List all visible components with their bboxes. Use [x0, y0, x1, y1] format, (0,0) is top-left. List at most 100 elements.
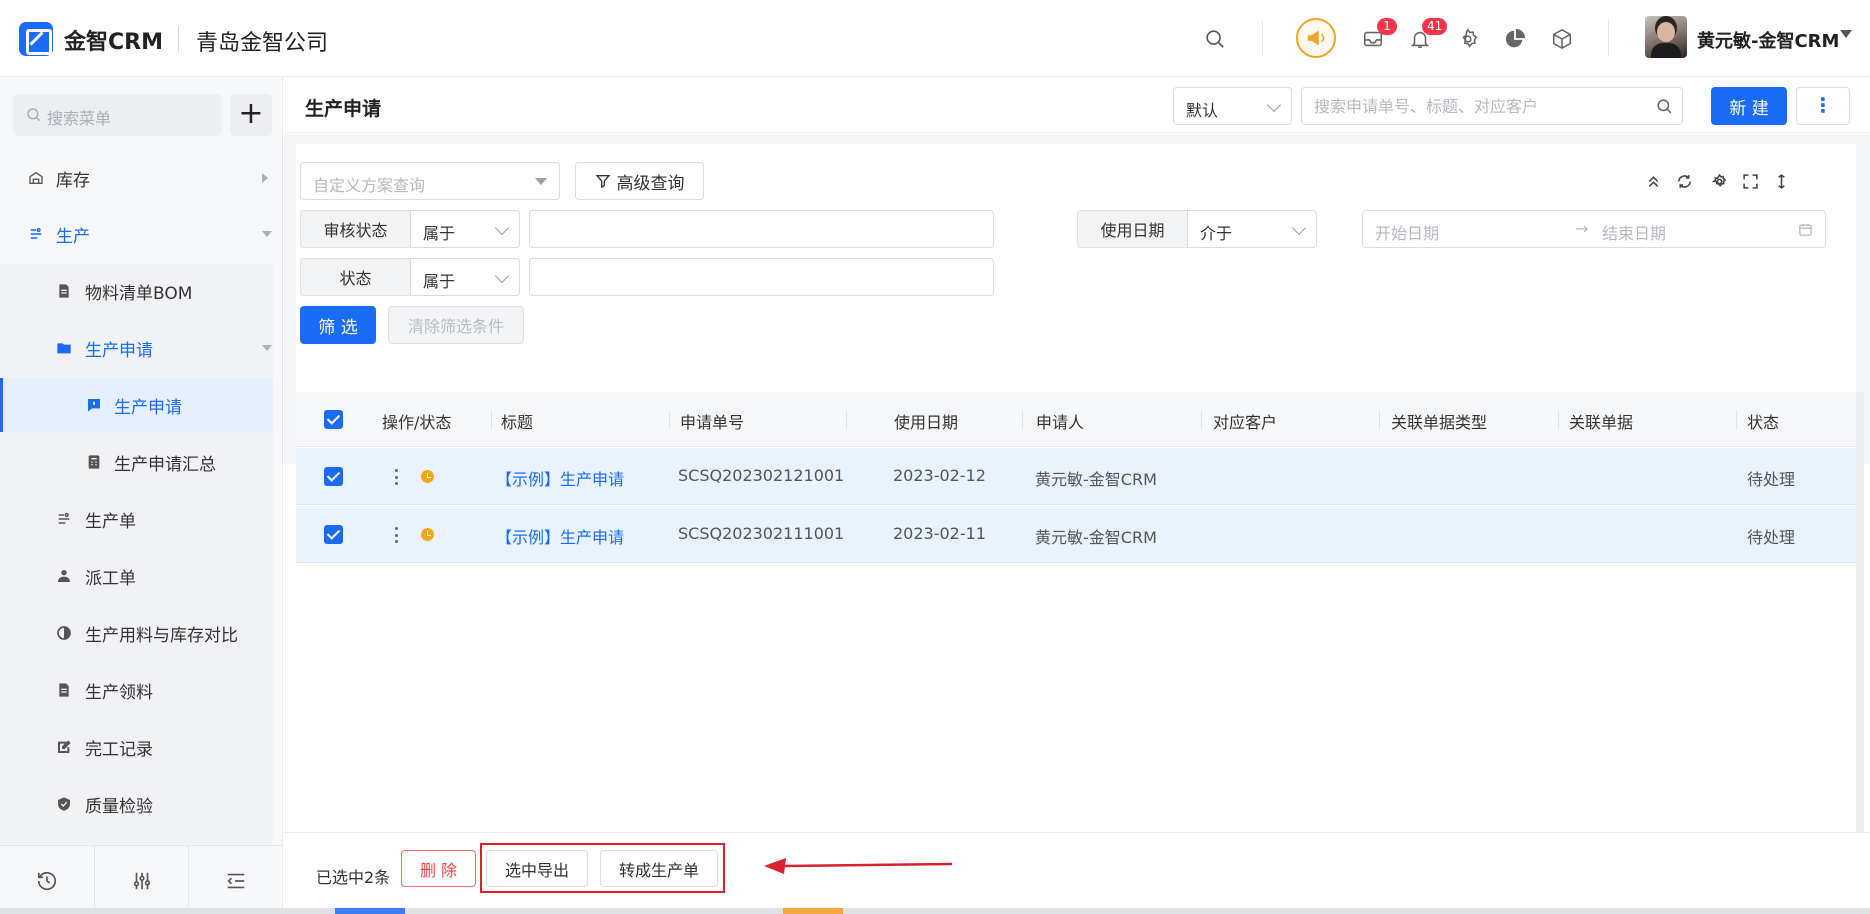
app-name[interactable]: 金智CRM [64, 24, 163, 56]
sidebar-item-inventory[interactable]: 库存 [0, 151, 283, 205]
collapse-menu-icon[interactable] [189, 846, 283, 914]
clear-filter-button[interactable]: 清除筛选条件 [388, 306, 524, 344]
select-all-checkbox[interactable] [324, 410, 343, 429]
search-button[interactable] [1646, 87, 1683, 125]
view-select[interactable]: 默认 [1173, 87, 1292, 125]
search-icon[interactable] [1200, 24, 1230, 54]
more-button[interactable]: ⋮ [1796, 87, 1850, 125]
chevron-down-icon [262, 345, 272, 351]
document-icon [56, 682, 72, 698]
column-resizer[interactable] [669, 410, 670, 430]
sidebar-item-label: 生产单 [85, 511, 136, 532]
bullhorn-icon[interactable] [1296, 18, 1336, 58]
company-name[interactable]: 青岛金智公司 [196, 25, 328, 57]
sidebar-item-material-compare[interactable]: 生产用料与库存对比 [0, 606, 283, 660]
date-range-picker[interactable]: 开始日期 → 结束日期 [1362, 210, 1826, 248]
sidebar-item-production-request[interactable]: 生产申请 [0, 378, 273, 432]
column-header[interactable]: 标题 [501, 409, 533, 433]
column-header[interactable]: 关联单据类型 [1391, 409, 1487, 433]
row-checkbox[interactable] [324, 467, 343, 486]
row-menu-icon[interactable] [394, 469, 398, 485]
column-header[interactable]: 操作/状态 [382, 409, 451, 433]
row-date: 2023-02-12 [893, 466, 986, 485]
sidebar-item-production-request-group[interactable]: 生产申请 [0, 321, 283, 375]
sidebar-item-completion-record[interactable]: 完工记录 [0, 720, 283, 774]
column-header[interactable]: 申请人 [1036, 409, 1084, 433]
row-title-link[interactable]: 【示例】生产申请 [496, 524, 624, 548]
review-status-operator-select[interactable]: 属于 [410, 210, 520, 248]
sidebar-item-production-order[interactable]: 生产单 [0, 492, 283, 546]
column-resizer[interactable] [1201, 410, 1202, 430]
row-checkbox[interactable] [324, 525, 343, 544]
menu-search-input[interactable]: 搜索菜单 [13, 94, 221, 136]
row-applicant: 黄元敏-金智CRM [1035, 470, 1157, 489]
column-header[interactable]: 使用日期 [894, 409, 958, 433]
table-row[interactable]: 【示例】生产申请 SCSQ202302121001 2023-02-12 黄元敏… [296, 448, 1856, 505]
app-logo-icon[interactable] [19, 22, 53, 56]
column-resizer[interactable] [1736, 410, 1737, 430]
table-row[interactable]: 【示例】生产申请 SCSQ202302111001 2023-02-11 黄元敏… [296, 506, 1856, 563]
cube-icon[interactable] [1547, 24, 1577, 54]
column-resizer[interactable] [491, 410, 492, 430]
new-button[interactable]: 新 建 [1711, 87, 1787, 125]
column-resizer[interactable] [1022, 410, 1023, 430]
gear-icon[interactable] [1453, 24, 1483, 54]
sidebar-item-label: 生产申请 [85, 340, 153, 361]
row-date: 2023-02-11 [893, 524, 986, 543]
refresh-icon[interactable] [1673, 170, 1695, 192]
row-menu-icon[interactable] [394, 527, 398, 543]
folder-icon [56, 340, 72, 356]
pie-chart-icon[interactable] [1500, 24, 1530, 54]
sidebar-item-production-request-summary[interactable]: 生产申请汇总 [0, 435, 283, 489]
status-operator-select[interactable]: 属于 [410, 258, 520, 296]
sidebar-item-dispatch-order[interactable]: 派工单 [0, 549, 283, 603]
page-header: 生产申请 默认 新 建 ⋮ [284, 77, 1870, 133]
advanced-query-button[interactable]: 高级查询 [575, 162, 704, 200]
search-input[interactable] [1301, 87, 1647, 125]
pending-status-icon [421, 528, 434, 541]
column-resizer[interactable] [846, 410, 847, 430]
sidebar-item-production[interactable]: 生产 [0, 207, 283, 261]
status-value-input[interactable] [529, 258, 994, 296]
sliders-icon[interactable] [95, 846, 190, 914]
fullscreen-icon[interactable] [1739, 170, 1761, 192]
review-status-value-input[interactable] [529, 210, 994, 248]
annotation-arrow-icon [764, 858, 952, 874]
column-header[interactable]: 申请单号 [680, 409, 744, 433]
sidebar: 搜索菜单 + 库存 生产 物料清单BOM 生产申请 生产申请 生产申请汇总 生产… [0, 77, 283, 914]
column-header[interactable]: 状态 [1747, 409, 1779, 433]
operator-value: 介于 [1200, 224, 1233, 243]
use-date-operator-select[interactable]: 介于 [1187, 210, 1317, 248]
vertical-scrollbar[interactable] [1856, 392, 1864, 835]
column-header[interactable]: 关联单据 [1569, 409, 1633, 433]
user-name[interactable]: 黄元敏-金智CRM [1697, 27, 1839, 53]
half-circle-icon [56, 625, 72, 641]
avatar[interactable] [1645, 16, 1687, 58]
row-height-icon[interactable] [1770, 170, 1792, 192]
plan-select[interactable]: 自定义方案查询 [300, 162, 560, 200]
sidebar-item-quality-inspection[interactable]: 质量检验 [0, 777, 283, 831]
chevron-down-icon[interactable] [1840, 30, 1852, 38]
sidebar-item-bom[interactable]: 物料清单BOM [0, 264, 283, 318]
page-title: 生产申请 [305, 98, 382, 120]
sidebar-item-label: 完工记录 [85, 739, 153, 760]
sidebar-item-label: 生产用料与库存对比 [85, 625, 238, 646]
delete-button[interactable]: 删 除 [401, 850, 476, 887]
sidebar-item-material-pick[interactable]: 生产领料 [0, 663, 283, 717]
table-header: 操作/状态 标题 申请单号 使用日期 申请人 对应客户 关联单据类型 关联单据 … [296, 392, 1856, 447]
row-status: 待处理 [1747, 528, 1796, 547]
collapse-up-icon[interactable] [1642, 170, 1664, 192]
pending-status-icon [421, 470, 434, 483]
column-resizer[interactable] [1379, 410, 1380, 430]
row-title-link[interactable]: 【示例】生产申请 [496, 466, 624, 490]
filter-button[interactable]: 筛 选 [300, 306, 376, 344]
column-resizer[interactable] [1558, 410, 1559, 430]
column-header[interactable]: 对应客户 [1213, 409, 1277, 433]
history-icon[interactable] [0, 846, 95, 914]
annotation-highlight-box [480, 843, 725, 893]
settings-icon[interactable] [1708, 170, 1730, 192]
edit-icon [56, 739, 72, 755]
menu-add-button[interactable]: + [230, 94, 272, 136]
worker-icon [56, 568, 72, 584]
bottom-strip-segment [335, 908, 405, 914]
